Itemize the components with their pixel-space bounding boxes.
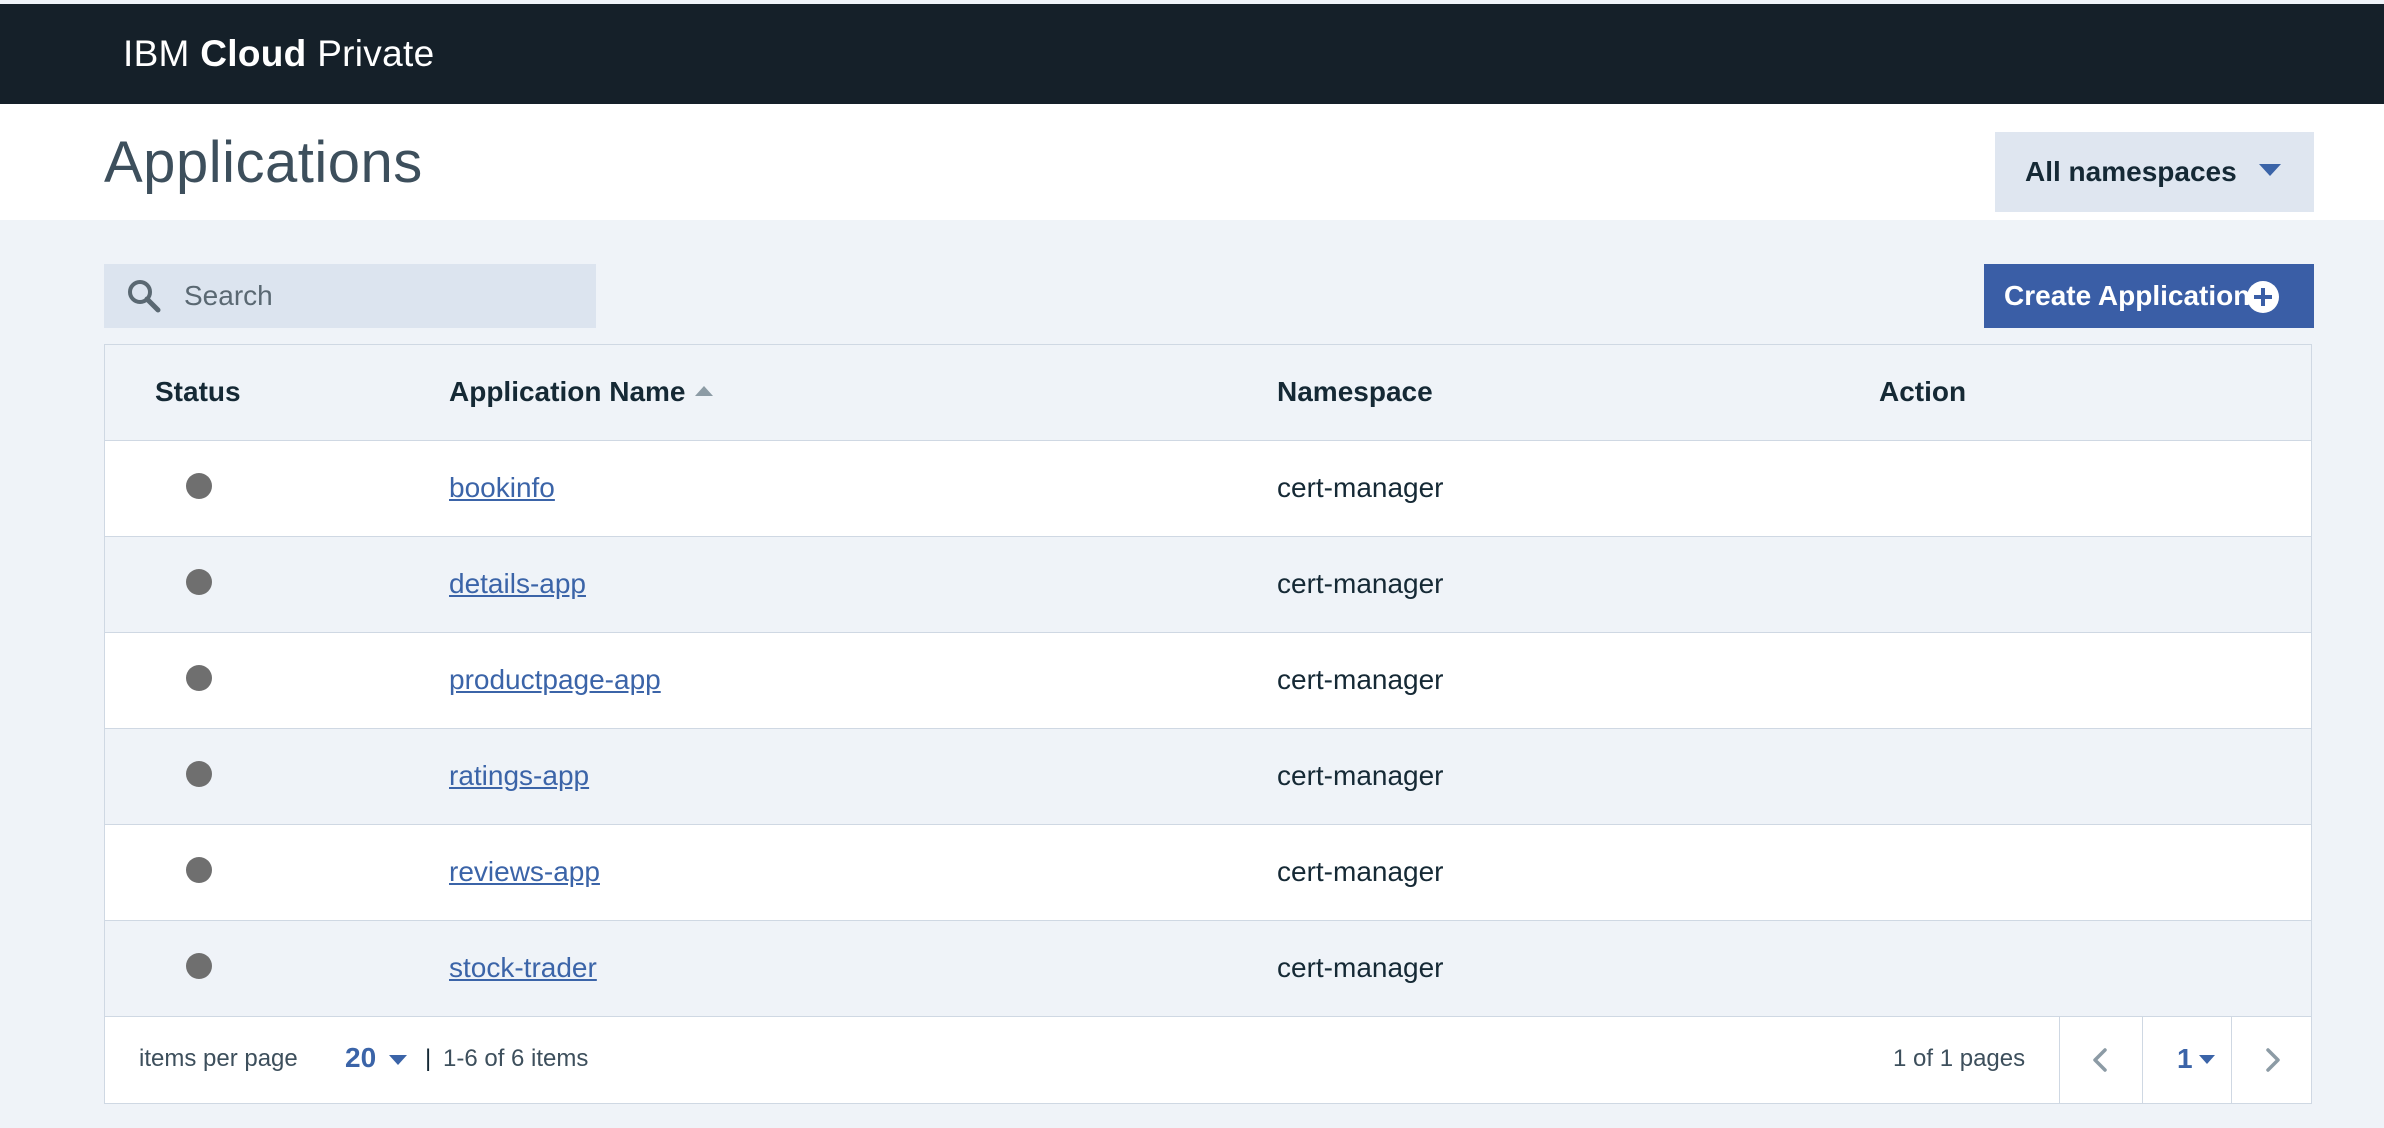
status-icon xyxy=(186,857,212,883)
namespace-cell: cert-manager xyxy=(1277,760,1444,791)
chevron-right-icon xyxy=(2266,1048,2280,1072)
applications-table: Status Application Name Namespace Action… xyxy=(104,344,2312,1104)
namespace-cell: cert-manager xyxy=(1277,472,1444,503)
caret-down-icon xyxy=(389,1055,407,1065)
column-header-status: Status xyxy=(155,376,241,407)
brand-ibm: IBM xyxy=(123,33,190,74)
namespace-cell: cert-manager xyxy=(1277,952,1444,983)
caret-down-icon xyxy=(2199,1055,2215,1064)
application-link[interactable]: productpage-app xyxy=(449,663,661,697)
search-box[interactable] xyxy=(104,264,596,328)
column-header-namespace: Namespace xyxy=(1277,376,1433,407)
separator: | xyxy=(425,1045,432,1072)
pagination-bar: items per page 20 | 1-6 of 6 items 1 of … xyxy=(105,1017,2311,1103)
table-row: stock-trader cert-manager xyxy=(105,921,2311,1017)
current-page-value: 1 xyxy=(2177,1043,2193,1074)
column-header-application-name[interactable]: Application Name xyxy=(449,375,714,409)
items-per-page-value: 20 xyxy=(345,1042,377,1073)
application-link[interactable]: bookinfo xyxy=(449,471,555,505)
namespace-dropdown[interactable]: All namespaces xyxy=(1995,132,2314,212)
top-navigation-bar: IBM Cloud Private xyxy=(0,4,2384,104)
application-link[interactable]: reviews-app xyxy=(449,855,600,889)
sort-ascending-icon xyxy=(695,385,714,396)
create-application-label: Create Application xyxy=(2004,280,2251,311)
application-link[interactable]: stock-trader xyxy=(449,951,597,985)
namespace-cell: cert-manager xyxy=(1277,568,1444,599)
chevron-left-icon xyxy=(2093,1048,2107,1072)
page-count-text: 1 of 1 pages xyxy=(1893,1045,2026,1072)
search-icon xyxy=(128,280,161,313)
application-link[interactable]: ratings-app xyxy=(449,759,589,793)
namespace-cell: cert-manager xyxy=(1277,856,1444,887)
product-logo[interactable]: IBM Cloud Private xyxy=(123,32,434,76)
brand-private: Private xyxy=(317,33,435,74)
application-link[interactable]: details-app xyxy=(449,567,586,601)
status-icon xyxy=(186,761,212,787)
status-icon xyxy=(186,665,212,691)
table-row: reviews-app cert-manager xyxy=(105,825,2311,921)
add-circle-icon xyxy=(2247,281,2279,313)
items-per-page-select[interactable]: 20 xyxy=(341,1037,413,1081)
status-icon xyxy=(186,569,212,595)
previous-page-button[interactable] xyxy=(2059,1017,2142,1103)
item-range-text: 1-6 of 6 items xyxy=(443,1045,589,1072)
page-select[interactable]: 1 xyxy=(2142,1017,2231,1103)
caret-down-icon xyxy=(2259,164,2281,176)
status-icon xyxy=(186,473,212,499)
search-input[interactable] xyxy=(184,264,584,328)
table-header: Status Application Name Namespace Action xyxy=(105,345,2311,441)
column-header-action: Action xyxy=(1879,376,1967,407)
status-icon xyxy=(186,953,212,979)
table-row: productpage-app cert-manager xyxy=(105,633,2311,729)
create-application-button[interactable]: Create Application xyxy=(1984,264,2314,328)
namespace-cell: cert-manager xyxy=(1277,664,1444,695)
next-page-button[interactable] xyxy=(2231,1017,2311,1103)
items-per-page-label: items per page xyxy=(139,1045,298,1072)
column-header-application-name-label: Application Name xyxy=(449,376,686,407)
page-title: Applications xyxy=(104,130,423,195)
namespace-dropdown-value: All namespaces xyxy=(2025,156,2237,187)
brand-cloud: Cloud xyxy=(200,33,307,74)
page-header: Applications All namespaces xyxy=(0,104,2384,220)
table-row: details-app cert-manager xyxy=(105,537,2311,633)
table-row: bookinfo cert-manager xyxy=(105,441,2311,537)
table-row: ratings-app cert-manager xyxy=(105,729,2311,825)
